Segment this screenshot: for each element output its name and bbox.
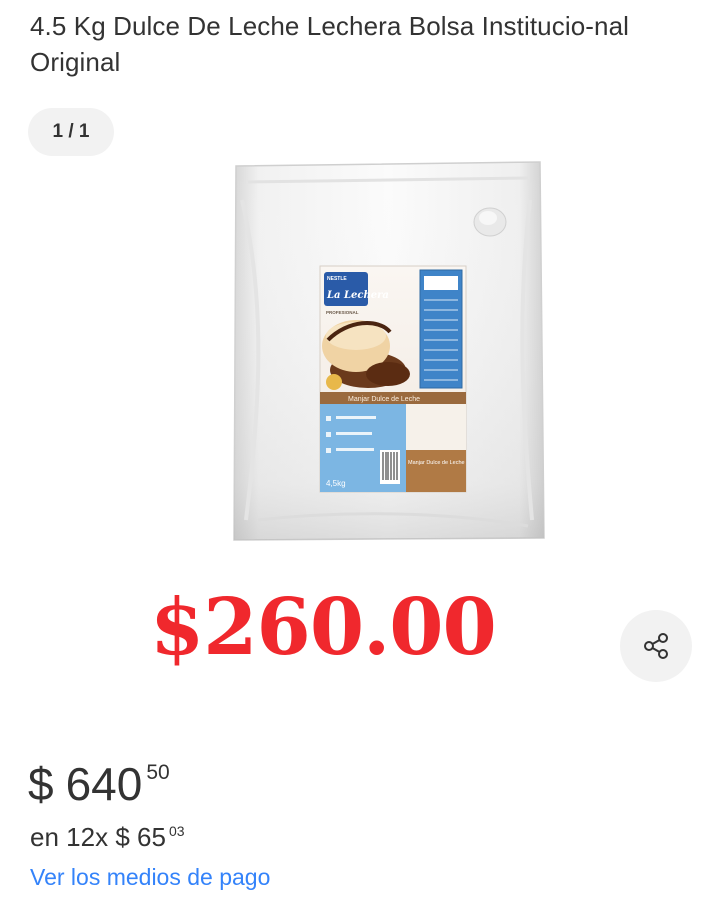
installments: en 12x $ 65 03 xyxy=(30,818,185,856)
installments-amount: 65 xyxy=(137,822,166,852)
label-brand-top: NESTLE xyxy=(327,276,347,282)
label-band: Manjar Dulce de Leche xyxy=(348,396,420,403)
price-amount: 640 xyxy=(65,758,143,810)
product-label: NESTLE La Lechera PROFESIONAL Manjar Dul… xyxy=(319,265,467,493)
label-line: PROFESIONAL xyxy=(326,310,359,315)
installments-cents: 03 xyxy=(168,823,185,839)
label-weight: 4,5kg xyxy=(326,479,346,488)
share-button[interactable] xyxy=(620,610,692,682)
label-brand: La Lechera xyxy=(326,290,389,301)
product-image[interactable]: NESTLE La Lechera PROFESIONAL Manjar Dul… xyxy=(228,160,548,542)
price-cents: 50 xyxy=(146,761,170,784)
gallery-counter: 1 / 1 xyxy=(28,108,114,156)
product-title: 4.5 Kg Dulce De Leche Lechera Bolsa Inst… xyxy=(30,11,630,77)
installments-currency: $ xyxy=(115,822,130,852)
price-currency: $ xyxy=(28,758,54,810)
payment-methods-link[interactable]: Ver los medios de pago xyxy=(30,860,270,894)
installments-prefix: en 12x xyxy=(30,822,109,852)
share-icon xyxy=(644,633,668,659)
current-price: $ 640 50 xyxy=(28,756,170,812)
label-bottom: Manjar Dulce de Leche xyxy=(408,460,465,466)
promo-price: $260.00 xyxy=(150,582,497,673)
